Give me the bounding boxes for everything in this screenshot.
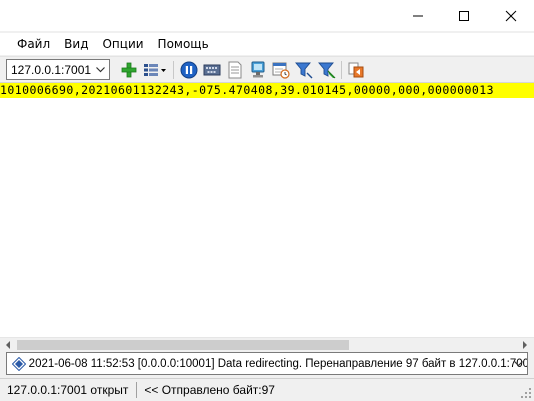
scroll-right-icon[interactable] (518, 339, 532, 351)
chevron-down-icon[interactable] (511, 356, 525, 371)
minimize-button[interactable] (395, 0, 441, 31)
document-icon (228, 61, 242, 79)
toolbar: 127.0.0.1:7001 (0, 56, 534, 82)
sent-bytes-status: << Отправлено байт:97 (144, 383, 275, 397)
filter-edit-button[interactable] (317, 60, 337, 80)
close-button[interactable] (488, 0, 534, 31)
scroll-thumb[interactable] (17, 340, 349, 350)
data-view[interactable]: 1010006690,20210601132243,-075.470408,39… (0, 82, 534, 337)
computer-icon (251, 61, 265, 78)
maximize-icon (459, 10, 469, 21)
chevron-down-icon[interactable] (93, 62, 107, 77)
filter-button[interactable] (294, 60, 314, 80)
add-button[interactable] (119, 60, 139, 80)
view-mode-button[interactable] (143, 60, 167, 80)
log-message: 2021-06-08 11:52:53 [0.0.0.0:10001] Data… (28, 357, 527, 370)
redirect-icon (9, 354, 29, 374)
menu-file[interactable]: Файл (10, 35, 57, 53)
port-icon (203, 64, 221, 76)
schedule-icon (272, 62, 290, 79)
menu-help[interactable]: Помощь (151, 35, 216, 53)
menu-options[interactable]: Опции (95, 35, 150, 53)
close-icon (505, 10, 517, 21)
menu-bar: Файл Вид Опции Помощь (0, 33, 534, 55)
status-bar: 127.0.0.1:7001 открыт << Отправлено байт… (0, 378, 534, 401)
data-line: 1010006690,20210601132243,-075.470408,39… (0, 83, 534, 98)
document-button[interactable] (225, 60, 245, 80)
horizontal-scrollbar[interactable] (0, 337, 534, 351)
filter-icon (295, 62, 313, 79)
connection-status: 127.0.0.1:7001 открыт (7, 383, 129, 397)
add-icon (121, 62, 137, 78)
export-icon (348, 62, 364, 78)
port-button[interactable] (202, 60, 222, 80)
resize-grip-icon[interactable] (520, 387, 532, 399)
pause-icon (180, 61, 198, 79)
filter-edit-icon (318, 62, 336, 79)
pause-button[interactable] (179, 60, 199, 80)
title-bar (0, 0, 534, 31)
view-mode-icon (144, 64, 166, 76)
address-combobox[interactable]: 127.0.0.1:7001 (6, 59, 110, 80)
export-button[interactable] (346, 60, 366, 80)
computer-button[interactable] (248, 60, 268, 80)
log-combobox[interactable]: 2021-06-08 11:52:53 [0.0.0.0:10001] Data… (6, 352, 528, 375)
address-value: 127.0.0.1:7001 (11, 62, 92, 77)
maximize-button[interactable] (441, 0, 487, 31)
toolbar-separator (341, 61, 342, 79)
minimize-icon (413, 15, 423, 16)
toolbar-separator (173, 61, 174, 79)
scroll-left-icon[interactable] (1, 339, 15, 351)
menu-view[interactable]: Вид (57, 35, 95, 53)
schedule-button[interactable] (271, 60, 291, 80)
